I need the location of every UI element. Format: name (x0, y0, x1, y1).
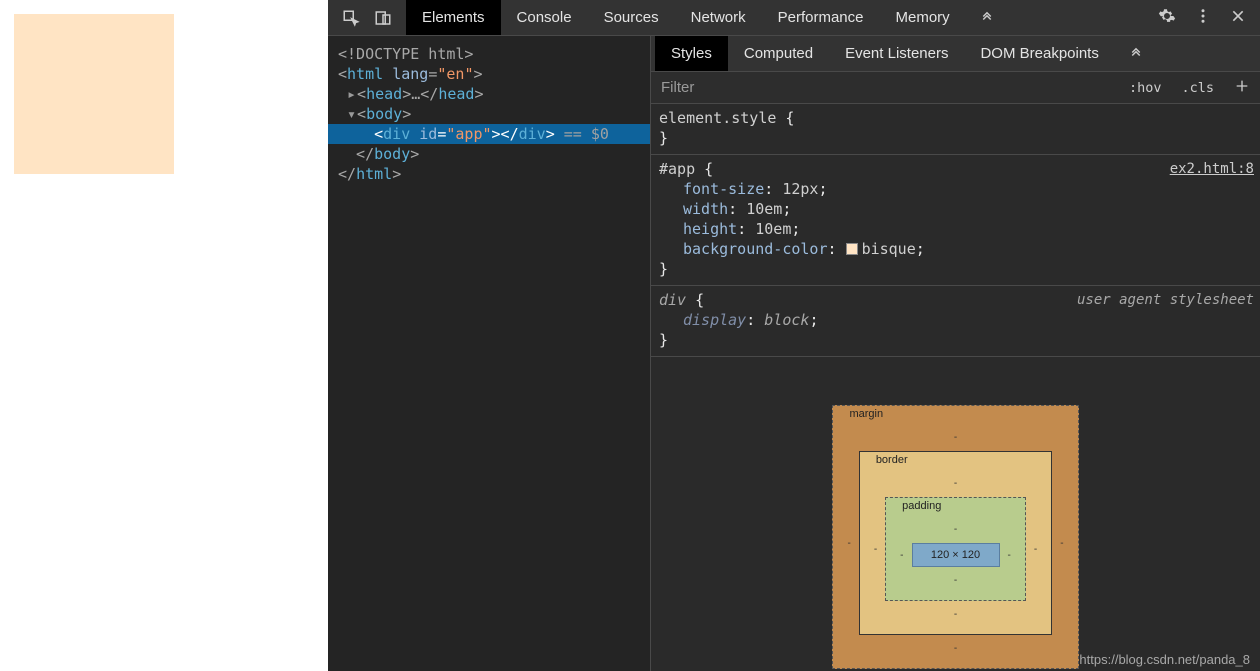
head-node[interactable]: ▸<head>…</head> (328, 84, 650, 104)
new-style-rule-icon[interactable] (1224, 78, 1260, 98)
tab-performance[interactable]: Performance (762, 0, 880, 35)
subtab-computed[interactable]: Computed (728, 36, 829, 71)
app-rule[interactable]: ex2.html:8 #app { font-size: 12px; width… (651, 155, 1260, 286)
user-agent-rule: user agent stylesheet div { display: blo… (651, 286, 1260, 357)
devtools-panel: Elements Console Sources Network Perform… (328, 0, 1260, 671)
watermark-text: https://blog.csdn.net/panda_8 (1079, 652, 1250, 667)
kebab-icon[interactable] (1194, 7, 1212, 29)
subtabs-overflow-icon[interactable] (1115, 45, 1157, 63)
tab-network[interactable]: Network (675, 0, 762, 35)
dom-tree[interactable]: <!DOCTYPE html> <html lang="en"> ▸<head>… (328, 36, 650, 671)
padding-label: padding (902, 500, 1013, 512)
ua-source-label: user agent stylesheet (1077, 290, 1254, 310)
tab-elements[interactable]: Elements (406, 0, 501, 35)
cls-toggle[interactable]: .cls (1171, 80, 1224, 96)
subtab-dom-breakpoints[interactable]: DOM Breakpoints (964, 36, 1114, 71)
html-open-node[interactable]: <html lang="en"> (328, 64, 650, 84)
styles-filter-input[interactable] (651, 79, 1119, 96)
selected-div-node[interactable]: <div id="app"></div> == $0 (328, 124, 650, 144)
html-close-node[interactable]: </html> (328, 164, 650, 184)
inspect-icon[interactable] (342, 9, 360, 27)
device-toggle-icon[interactable] (374, 9, 392, 27)
tab-memory[interactable]: Memory (880, 0, 966, 35)
subtab-styles[interactable]: Styles (655, 36, 728, 71)
margin-label: margin (849, 408, 1065, 420)
content-dimensions: 120 × 120 (912, 543, 1000, 567)
tab-sources[interactable]: Sources (588, 0, 675, 35)
rendered-page (0, 0, 328, 671)
rule-source-link[interactable]: ex2.html:8 (1170, 159, 1254, 179)
settings-icon[interactable] (1158, 7, 1176, 29)
color-swatch[interactable] (846, 243, 858, 255)
border-label: border (876, 454, 1039, 466)
subtab-event-listeners[interactable]: Event Listeners (829, 36, 964, 71)
app-div[interactable] (14, 14, 174, 174)
doctype-node[interactable]: <!DOCTYPE html> (338, 45, 473, 63)
devtools-toolbar: Elements Console Sources Network Perform… (328, 0, 1260, 36)
styles-pane: Styles Computed Event Listeners DOM Brea… (650, 36, 1260, 671)
close-icon[interactable] (1230, 8, 1246, 28)
hov-toggle[interactable]: :hov (1119, 80, 1172, 96)
box-model-diagram: margin - - border - (651, 357, 1260, 671)
tabs-overflow-icon[interactable] (966, 0, 1008, 35)
element-style-rule[interactable]: element.style { } (651, 104, 1260, 155)
body-close-node[interactable]: </body> (328, 144, 650, 164)
body-open-node[interactable]: ▾<body> (328, 104, 650, 124)
tab-console[interactable]: Console (501, 0, 588, 35)
